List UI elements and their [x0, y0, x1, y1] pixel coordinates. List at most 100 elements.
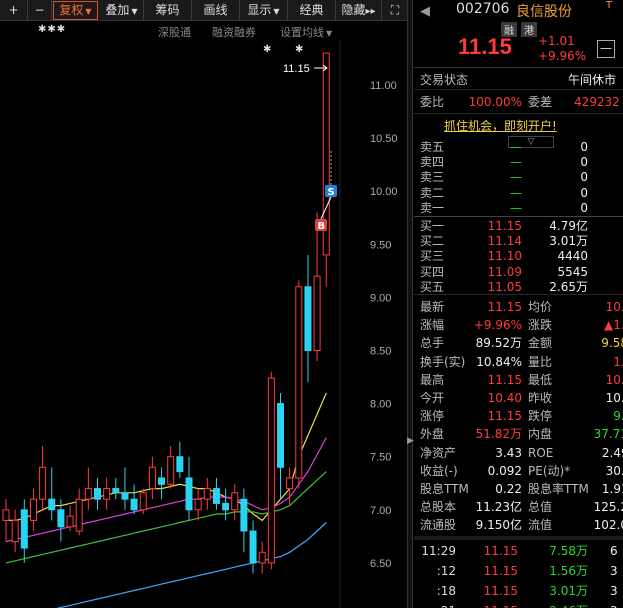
tick-row[interactable]: :18 11.15 3.01万 3: [414, 581, 623, 601]
candle[interactable]: [84, 467, 92, 510]
candle[interactable]: [231, 484, 239, 521]
candle[interactable]: [286, 467, 294, 506]
stat-row: 净资产 3.43 ROE 2.49%: [414, 444, 623, 462]
candle[interactable]: [75, 488, 83, 536]
buy-level-volume: 4.79亿: [549, 219, 588, 233]
tick-row[interactable]: :12 11.15 1.56万 3: [414, 561, 623, 581]
panel-splitter[interactable]: [407, 0, 413, 608]
stat-value: 10.14: [605, 391, 623, 405]
stat-row: 换手(实) 10.84% 量比 1.78: [414, 353, 623, 371]
candle-body: [75, 498, 83, 532]
kline-panel[interactable]: + − 复权 ▼ 叠加 ▼ 筹码 画线 显示 ▼ 经典 隐藏▸▸ ⛶ ✱✱✱ 深股通 …: [0, 0, 409, 608]
candlestick-chart[interactable]: 11.00 10.50 10.00 9.50 9.00 8.50 8.00 7.50 7.00 6…: [0, 40, 409, 608]
candle[interactable]: [322, 52, 330, 287]
candle[interactable]: [66, 505, 74, 532]
sell-level[interactable]: 卖四 — 0: [414, 155, 623, 170]
candle[interactable]: [148, 456, 156, 500]
buy-signal-label: B: [318, 221, 326, 232]
candle[interactable]: [304, 254, 312, 383]
candle[interactable]: [2, 499, 10, 542]
divider: [414, 294, 623, 295]
minimize-button[interactable]: —: [597, 40, 615, 58]
zoom-out-button[interactable]: −: [28, 0, 52, 21]
yincang-button[interactable]: 隐藏▸▸: [336, 0, 382, 21]
collapse-arrow-icon[interactable]: ▶: [407, 436, 414, 446]
buy-level[interactable]: 买一 11.15 4.79亿: [414, 219, 623, 234]
candle[interactable]: [194, 488, 202, 521]
candle[interactable]: [167, 446, 175, 489]
chevron-down-icon: ▼: [85, 7, 92, 16]
prev-stock-icon[interactable]: ◀: [420, 4, 430, 19]
buy-level-volume: 5545: [557, 264, 588, 279]
candle[interactable]: [267, 371, 275, 570]
candle[interactable]: [121, 467, 129, 510]
candle[interactable]: [313, 212, 321, 362]
candle[interactable]: [240, 488, 248, 553]
buy-level[interactable]: 买四 11.09 5545: [414, 265, 623, 280]
buy-level[interactable]: 买二 11.14 3.01万: [414, 234, 623, 249]
candle[interactable]: [112, 477, 120, 500]
event-stars[interactable]: ✱✱✱: [38, 24, 66, 40]
sell-level[interactable]: 卖一 — 0: [414, 201, 623, 216]
zoom-in-button[interactable]: +: [0, 0, 28, 21]
tick-row[interactable]: 11:29 11.15 7.58万 6: [414, 541, 623, 561]
chouma-button[interactable]: 筹码: [144, 0, 192, 21]
candle[interactable]: [203, 477, 211, 510]
shengutong-link[interactable]: 深股通: [158, 24, 191, 40]
fuquan-button[interactable]: 复权 ▼: [53, 1, 98, 20]
candle[interactable]: [94, 477, 101, 510]
stat-label: 跌停: [528, 409, 553, 424]
candle[interactable]: [39, 446, 47, 510]
candle[interactable]: [212, 477, 220, 510]
jingdian-button[interactable]: 经典: [288, 0, 336, 21]
open-account-link[interactable]: 抓住机会，即刻开户!: [444, 117, 557, 134]
rongzirongquan-link[interactable]: 融资融券: [212, 24, 256, 40]
candle[interactable]: [11, 509, 19, 553]
chart-toolbar: + − 复权 ▼ 叠加 ▼ 筹码 画线 显示 ▼ 经典 隐藏▸▸ ⛶: [0, 0, 409, 21]
sell-level[interactable]: 卖二 — 0: [414, 186, 623, 201]
sell-level[interactable]: 卖五 — 0: [414, 140, 623, 155]
candle-body: [112, 488, 120, 494]
candle[interactable]: [176, 441, 184, 478]
buy-level-price: 11.10: [487, 249, 522, 264]
stat-label: 昨收: [528, 391, 553, 405]
candle[interactable]: [249, 520, 257, 574]
status-label: 交易状态: [420, 73, 469, 87]
tick-volume: 2.46万: [526, 601, 588, 608]
candle[interactable]: [48, 467, 56, 521]
candle[interactable]: [103, 477, 111, 510]
price-tick: 8.00: [370, 399, 391, 411]
diejia-button[interactable]: 叠加 ▼: [100, 0, 144, 21]
candle-body: [130, 498, 138, 511]
stock-name[interactable]: 良信股份: [516, 1, 572, 21]
tick-count: 3: [610, 601, 618, 608]
stat-value: 89.52万: [475, 336, 522, 351]
candle[interactable]: [222, 488, 230, 521]
candle[interactable]: [29, 488, 37, 532]
stat-value: 37.71万: [593, 427, 623, 442]
candle[interactable]: [277, 392, 284, 500]
price-tick: 9.00: [370, 292, 391, 304]
candle[interactable]: [130, 484, 138, 515]
candle[interactable]: [20, 499, 28, 563]
buy-level-label: 买三: [420, 249, 445, 264]
ma-settings-link[interactable]: 设置均线 ▼: [280, 24, 332, 40]
chevron-down-icon: ▼: [273, 7, 280, 16]
tick-row[interactable]: :21 11.15 2.46万 3: [414, 601, 623, 608]
tick-price: 11.15: [483, 564, 518, 578]
candle[interactable]: [158, 467, 166, 500]
buy-signal-marker[interactable]: B: [315, 219, 327, 232]
buy-level[interactable]: 买三 11.10 4440: [414, 249, 623, 264]
buy-level[interactable]: 买五 11.05 2.65万: [414, 280, 623, 295]
candle[interactable]: [185, 456, 193, 521]
xianshi-button[interactable]: 显示 ▼: [240, 0, 288, 21]
candle[interactable]: [295, 280, 303, 489]
candle[interactable]: [139, 488, 147, 515]
candle[interactable]: [258, 541, 266, 574]
sell-signal-marker[interactable]: S: [325, 185, 337, 198]
sell-level-label: 卖三: [420, 170, 445, 185]
huaxian-button[interactable]: 画线: [192, 0, 240, 21]
sell-level[interactable]: 卖三 — 0: [414, 170, 623, 185]
fullscreen-icon[interactable]: ⛶: [382, 0, 408, 21]
candle-body: [240, 498, 248, 532]
